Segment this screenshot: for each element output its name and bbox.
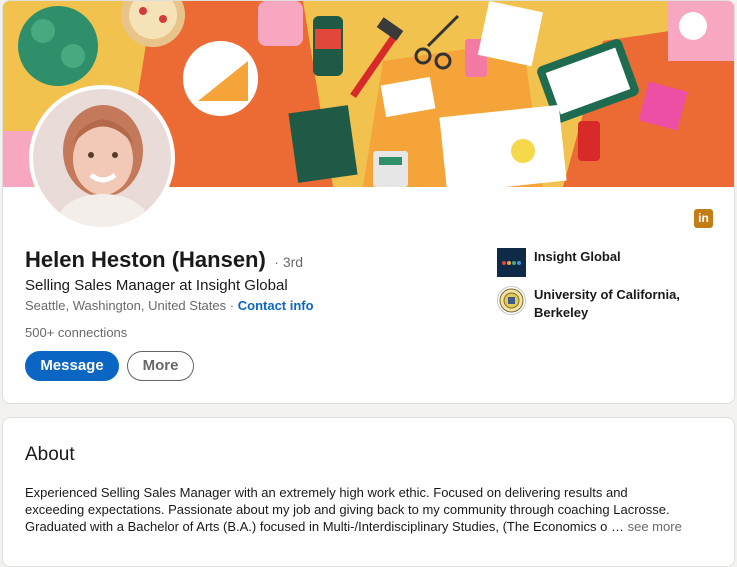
about-text: Experienced Selling Sales Manager with a… (25, 484, 715, 535)
about-section: About Experienced Selling Sales Manager … (2, 417, 735, 567)
profile-name-row: Helen Heston (Hansen) · 3rd (25, 247, 303, 273)
profile-top-card: in Helen Heston (Hansen) · 3rd Selling S… (2, 0, 735, 404)
location-row: Seattle, Washington, United States · Con… (25, 298, 314, 313)
contact-info-link[interactable]: Contact info (238, 298, 314, 313)
about-line-text: exceeding expectations. Passionate about… (25, 502, 670, 517)
connections-count[interactable]: 500+ connections (25, 325, 127, 340)
linkedin-network-icon[interactable]: in (694, 209, 713, 228)
about-title: About (25, 444, 75, 465)
more-button[interactable]: More (127, 351, 194, 381)
current-company-link[interactable]: Insight Global (497, 248, 704, 277)
company-name: Insight Global (534, 249, 621, 264)
message-button[interactable]: Message (25, 351, 119, 381)
education-link[interactable]: University of California, Berkeley (497, 286, 704, 322)
about-line: Graduated with a Bachelor of Arts (B.A.)… (25, 518, 715, 535)
separator-dot: · (229, 298, 235, 313)
connection-degree: · 3rd (274, 254, 304, 270)
company-logo-icon (497, 248, 526, 277)
profile-photo[interactable] (29, 85, 175, 231)
about-line: exceeding expectations. Passionate about… (25, 501, 715, 518)
profile-headline: Selling Sales Manager at Insight Global (25, 277, 288, 294)
about-line: Experienced Selling Sales Manager with a… (25, 485, 628, 500)
profile-location: Seattle, Washington, United States (25, 298, 227, 313)
university-seal-icon (497, 286, 526, 315)
about-line-text: Graduated with a Bachelor of Arts (B.A.)… (25, 519, 624, 534)
school-name: University of California, Berkeley (534, 287, 680, 320)
see-more-link[interactable]: see more (628, 519, 682, 534)
profile-name: Helen Heston (Hansen) (25, 247, 266, 272)
